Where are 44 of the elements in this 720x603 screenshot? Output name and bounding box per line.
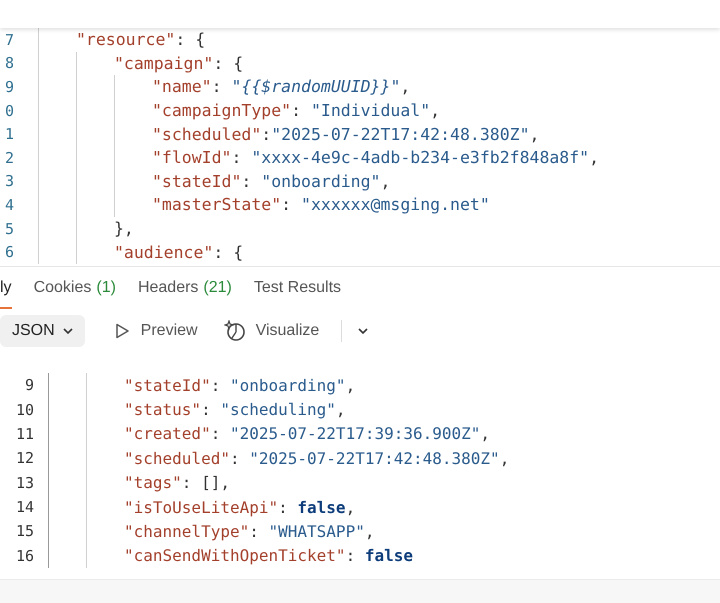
line-number: 1 (4, 125, 14, 144)
code-line: "audience": { (114, 242, 244, 262)
line-number: 3 (4, 172, 14, 190)
code-line: "flowId": "xxxx-4e9c-4adb-b234-e3fb2f848a8f", (152, 148, 600, 168)
response-tab[interactable]: ly (0, 268, 12, 309)
code-line: "created": "2025-07-22T17:39:36.900Z", (124, 424, 490, 444)
line-number: 10 (14, 400, 34, 419)
code-line: "isToUseLiteApi": false, (124, 498, 356, 517)
code-line: "masterState": "xxxxxx@msging.net" (152, 195, 490, 214)
code-line: "resource": { (76, 30, 206, 50)
response-tab[interactable]: Headers (21) (138, 268, 232, 309)
code-line: "tags": [], (124, 473, 230, 492)
response-tab[interactable]: Test Results (254, 268, 342, 309)
code-line: "campaign": { (114, 54, 244, 73)
line-number: 2 (4, 148, 14, 167)
code-line: }, (114, 219, 134, 238)
code-line: "scheduled": "2025-07-22T17:42:48.380Z", (124, 448, 510, 468)
line-number: 8 (4, 54, 14, 72)
line-number: 11 (14, 424, 34, 443)
code-line: "stateId": "onboarding", (124, 376, 356, 395)
line-number: 13 (14, 474, 34, 492)
code-line: "status": "scheduling", (124, 400, 346, 420)
visualize-button[interactable]: Visualize (220, 314, 324, 348)
code-line: "channelType": "WHATSAPP", (124, 522, 374, 541)
code-line: "campaignType": "Individual", (152, 101, 440, 120)
line-number: 14 (14, 498, 34, 516)
line-number: 15 (14, 522, 34, 540)
line-number: 9 (4, 78, 14, 96)
code-line: "canSendWithOpenTicket": false (124, 546, 413, 566)
format-dropdown[interactable]: JSON (0, 314, 85, 347)
code-line: "stateId": "onboarding", (152, 172, 390, 191)
line-number: 12 (14, 449, 34, 468)
line-number: 6 (4, 243, 14, 262)
line-number: 16 (14, 546, 34, 565)
line-number: 9 (24, 376, 34, 394)
preview-button[interactable]: Preview (108, 316, 202, 346)
line-number: 7 (4, 30, 14, 49)
line-number: 0 (4, 102, 14, 120)
code-line: "name": "{{$randomUUID}}", (152, 77, 410, 96)
sparkle-chart-icon (224, 320, 246, 342)
line-number: 4 (4, 196, 14, 214)
response-tab[interactable]: Cookies (1) (34, 268, 116, 309)
line-number: 5 (4, 220, 14, 238)
code-line: "scheduled":"2025-07-22T17:42:48.380Z", (152, 124, 540, 144)
